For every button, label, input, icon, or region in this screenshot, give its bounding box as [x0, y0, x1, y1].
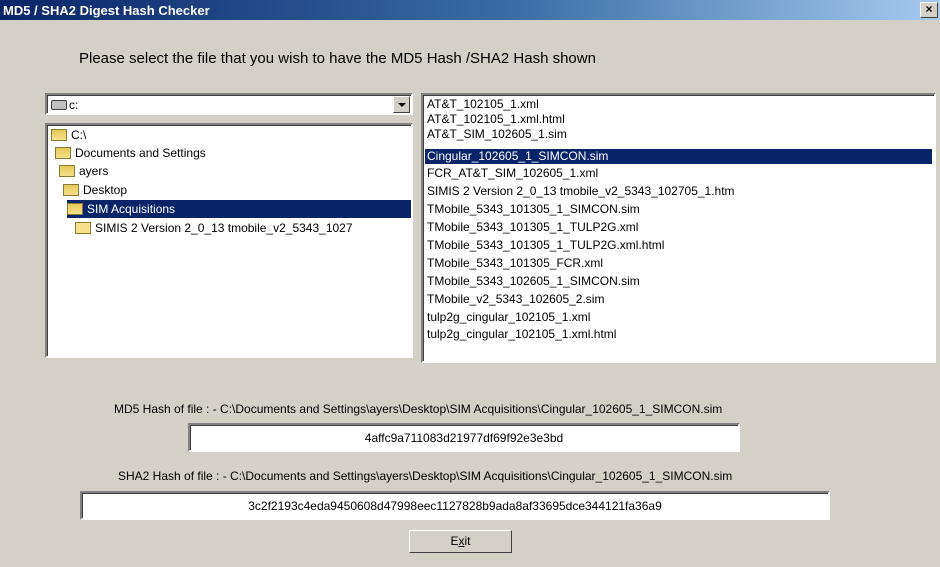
file-item[interactable]: SIMIS 2 Version 2_0_13 tmobile_v2_5343_1… — [427, 184, 735, 199]
tree-item-simis-folder[interactable]: SIMIS 2 Version 2_0_13 tmobile_v2_5343_1… — [75, 219, 355, 237]
tree-item-root[interactable]: C:\ — [51, 126, 88, 144]
tree-item-sim-acquisitions[interactable]: SIM Acquisitions — [67, 200, 411, 218]
file-list[interactable]: AT&T_102105_1.xml AT&T_102105_1.xml.html… — [421, 93, 936, 363]
sha2-caption: SHA2 Hash of file : - C:\Documents and S… — [118, 469, 733, 483]
folder-icon — [75, 221, 91, 234]
tree-item-label: Desktop — [83, 183, 128, 197]
folder-open-icon — [55, 146, 71, 159]
file-item[interactable]: AT&T_102105_1.xml — [427, 97, 539, 112]
file-item[interactable]: TMobile_5343_101305_1_TULP2G.xml — [427, 220, 638, 235]
instruction-text: Please select the file that you wish to … — [79, 50, 596, 67]
exit-label-rest: it — [464, 534, 471, 548]
folder-open-icon — [59, 164, 75, 177]
chevron-down-icon — [398, 103, 406, 107]
file-item[interactable]: tulp2g_cingular_102105_1.xml.html — [427, 327, 616, 342]
file-item-selected[interactable]: Cingular_102605_1_SIMCON.sim — [425, 149, 932, 164]
drive-icon — [51, 100, 67, 110]
file-item[interactable]: TMobile_5343_102605_1_SIMCON.sim — [427, 274, 640, 289]
exit-label-e: E — [450, 534, 459, 548]
md5-hash-field[interactable]: 4affc9a711083d21977df69f92e3e3bd — [188, 423, 740, 452]
exit-button[interactable]: Exit — [409, 530, 512, 553]
tree-item-ayers[interactable]: ayers — [59, 162, 110, 180]
md5-caption: MD5 Hash of file : - C:\Documents and Se… — [114, 402, 723, 416]
window-title: MD5 / SHA2 Digest Hash Checker — [3, 3, 210, 18]
file-item[interactable]: TMobile_5343_101305_FCR.xml — [427, 256, 603, 271]
file-item[interactable]: TMobile_5343_101305_1_SIMCON.sim — [427, 202, 640, 217]
file-item[interactable]: AT&T_102105_1.xml.html — [427, 112, 565, 127]
tree-item-label: ayers — [79, 164, 109, 178]
folder-open-icon — [67, 202, 83, 215]
file-item[interactable]: TMobile_v2_5343_102605_2.sim — [427, 292, 604, 307]
folder-open-icon — [63, 183, 79, 196]
tree-item-label: C:\ — [71, 128, 87, 142]
folder-open-icon — [51, 128, 67, 141]
drive-label: c: — [69, 98, 79, 112]
file-item[interactable]: TMobile_5343_101305_1_TULP2G.xml.html — [427, 238, 664, 253]
close-button[interactable]: × — [920, 2, 938, 18]
close-icon: × — [925, 2, 933, 16]
drive-select[interactable]: c: — [45, 93, 413, 115]
sha2-hash-field[interactable]: 3c2f2193c4eda9450608d47998eec1127828b9ad… — [80, 491, 830, 520]
directory-tree[interactable]: C:\ Documents and Settings ayers Desktop… — [45, 123, 413, 358]
file-item[interactable]: tulp2g_cingular_102105_1.xml — [427, 310, 590, 325]
title-bar: MD5 / SHA2 Digest Hash Checker × — [0, 0, 940, 20]
tree-item-documents-and-settings[interactable]: Documents and Settings — [55, 144, 208, 162]
file-item[interactable]: FCR_AT&T_SIM_102605_1.xml — [427, 166, 598, 181]
file-item[interactable]: AT&T_SIM_102605_1.sim — [427, 127, 567, 142]
tree-item-label: Documents and Settings — [75, 146, 206, 160]
drive-dropdown-button[interactable] — [393, 96, 410, 113]
tree-item-label: SIM Acquisitions — [85, 202, 178, 216]
tree-item-label: SIMIS 2 Version 2_0_13 tmobile_v2_5343_1… — [95, 221, 353, 235]
tree-item-desktop[interactable]: Desktop — [63, 181, 129, 199]
